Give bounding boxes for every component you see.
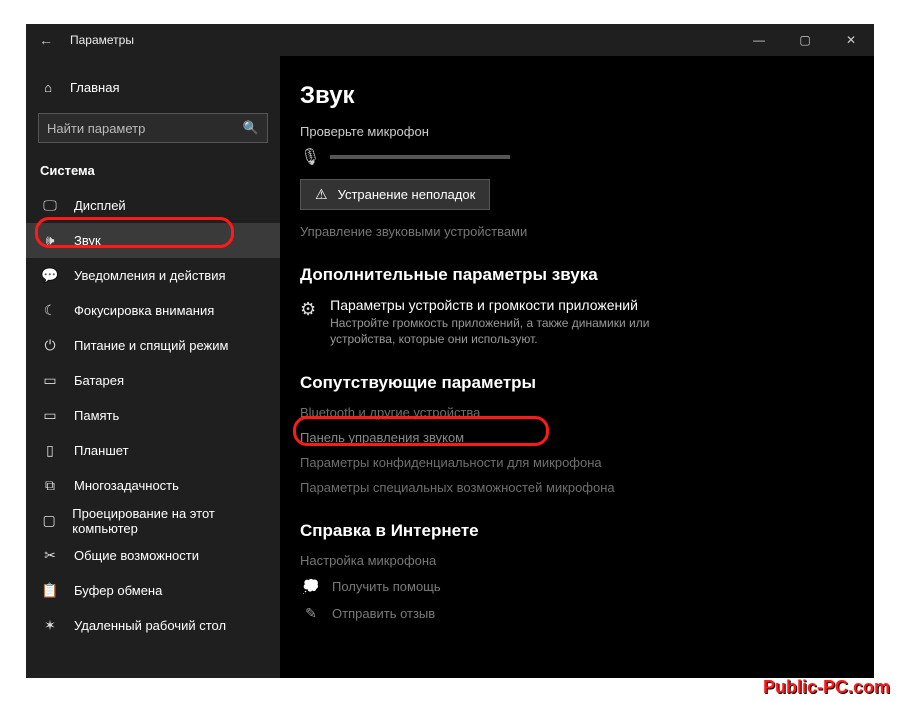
window-title: Параметры [66, 33, 134, 47]
search-icon: 🔍 [243, 120, 259, 136]
sidebar-item-power[interactable]: ⏻ Питание и спящий режим [26, 328, 280, 363]
sidebar-item-display[interactable]: 🖵 Дисплей [26, 188, 280, 223]
sidebar-item-tablet[interactable]: ▯ Планшет [26, 433, 280, 468]
sidebar-item-multitask[interactable]: ⧉ Многозадачность [26, 468, 280, 503]
maximize-button[interactable]: ▢ [782, 24, 828, 56]
advanced-heading: Дополнительные параметры звука [300, 265, 854, 285]
help-icon: 💭 [300, 578, 322, 595]
sidebar-item-remote[interactable]: ✶ Удаленный рабочий стол [26, 608, 280, 643]
mic-check-label: Проверьте микрофон [300, 124, 854, 139]
sidebar-item-label: Звук [74, 233, 101, 248]
tablet-icon: ▯ [40, 442, 60, 459]
warning-icon: ⚠ [315, 186, 328, 203]
sidebar-item-label: Фокусировка внимания [74, 303, 214, 318]
mic-test-row: 🎙 [300, 147, 854, 167]
troubleshoot-button[interactable]: ⚠ Устранение неполадок [300, 179, 490, 210]
shared-icon: ✂ [40, 547, 60, 564]
display-icon: 🖵 [40, 197, 60, 214]
sound-icon: 🕪 [40, 232, 60, 249]
clipboard-icon: 📋 [40, 582, 60, 599]
sidebar-item-shared[interactable]: ✂ Общие возможности [26, 538, 280, 573]
mic-level-bar [330, 155, 510, 159]
sidebar-item-storage[interactable]: ▭ Память [26, 398, 280, 433]
sidebar-home-label: Главная [70, 80, 119, 95]
power-icon: ⏻ [40, 337, 60, 354]
related-heading: Сопутствующие параметры [300, 373, 854, 393]
app-volume-link[interactable]: ⚙ Параметры устройств и громкости прилож… [300, 297, 854, 347]
sidebar-item-notifications[interactable]: 💬 Уведомления и действия [26, 258, 280, 293]
web-help-link[interactable]: Настройка микрофона [300, 553, 854, 568]
manage-devices-link[interactable]: Управление звуковыми устройствами [300, 224, 854, 239]
search-input[interactable]: Найти параметр 🔍 [38, 113, 268, 143]
related-link-bluetooth[interactable]: Bluetooth и другие устройства [300, 405, 854, 420]
sidebar-item-project[interactable]: ▢ Проецирование на этот компьютер [26, 503, 280, 538]
get-help-label: Получить помощь [332, 579, 441, 594]
sidebar-item-battery[interactable]: ▭ Батарея [26, 363, 280, 398]
content-pane: Звук Проверьте микрофон 🎙 ⚠ Устранение н… [280, 56, 874, 678]
focus-icon: ☾ [40, 302, 60, 319]
project-icon: ▢ [40, 512, 58, 529]
watermark: Public-PC.com [763, 677, 890, 698]
web-help-heading: Справка в Интернете [300, 521, 854, 541]
microphone-icon: 🎙 [300, 147, 320, 167]
settings-window: ← Параметры — ▢ ✕ ⌂ Главная Найти параме… [26, 24, 874, 678]
sidebar-item-label: Общие возможности [74, 548, 199, 563]
feedback-icon: ✎ [300, 605, 322, 622]
mixer-icon: ⚙ [300, 299, 316, 320]
mixer-title: Параметры устройств и громкости приложен… [330, 297, 690, 313]
sidebar-item-label: Многозадачность [74, 478, 179, 493]
titlebar: ← Параметры — ▢ ✕ [26, 24, 874, 56]
home-icon: ⌂ [38, 80, 58, 95]
sidebar: ⌂ Главная Найти параметр 🔍 Система 🖵 Дис… [26, 56, 280, 678]
sidebar-home[interactable]: ⌂ Главная [26, 74, 280, 101]
sidebar-item-label: Батарея [74, 373, 124, 388]
feedback-label: Отправить отзыв [332, 606, 435, 621]
related-link-sound-panel[interactable]: Панель управления звуком [300, 430, 854, 445]
page-title: Звук [300, 82, 854, 110]
notifications-icon: 💬 [40, 267, 60, 284]
battery-icon: ▭ [40, 372, 60, 389]
related-link-mic-accessibility[interactable]: Параметры специальных возможностей микро… [300, 480, 854, 495]
sidebar-item-clipboard[interactable]: 📋 Буфер обмена [26, 573, 280, 608]
sidebar-item-sound[interactable]: 🕪 Звук [26, 223, 280, 258]
sidebar-item-label: Память [74, 408, 119, 423]
sidebar-item-label: Уведомления и действия [74, 268, 226, 283]
remote-icon: ✶ [40, 617, 60, 634]
sidebar-item-label: Удаленный рабочий стол [74, 618, 226, 633]
feedback-link[interactable]: ✎ Отправить отзыв [300, 605, 854, 622]
back-button[interactable]: ← [26, 32, 66, 48]
sidebar-item-label: Буфер обмена [74, 583, 162, 598]
troubleshoot-label: Устранение неполадок [338, 187, 476, 202]
sidebar-item-label: Питание и спящий режим [74, 338, 228, 353]
close-button[interactable]: ✕ [828, 24, 874, 56]
sidebar-item-label: Планшет [74, 443, 129, 458]
minimize-button[interactable]: — [736, 24, 782, 56]
sidebar-item-focus[interactable]: ☾ Фокусировка внимания [26, 293, 280, 328]
related-link-mic-privacy[interactable]: Параметры конфиденциальности для микрофо… [300, 455, 854, 470]
storage-icon: ▭ [40, 407, 60, 424]
search-placeholder: Найти параметр [47, 121, 243, 136]
sidebar-item-label: Проецирование на этот компьютер [72, 506, 266, 536]
sidebar-item-label: Дисплей [74, 198, 126, 213]
mixer-desc: Настройте громкость приложений, а также … [330, 315, 690, 347]
get-help-link[interactable]: 💭 Получить помощь [300, 578, 854, 595]
multitask-icon: ⧉ [40, 477, 60, 494]
sidebar-section-label: Система [26, 157, 280, 188]
